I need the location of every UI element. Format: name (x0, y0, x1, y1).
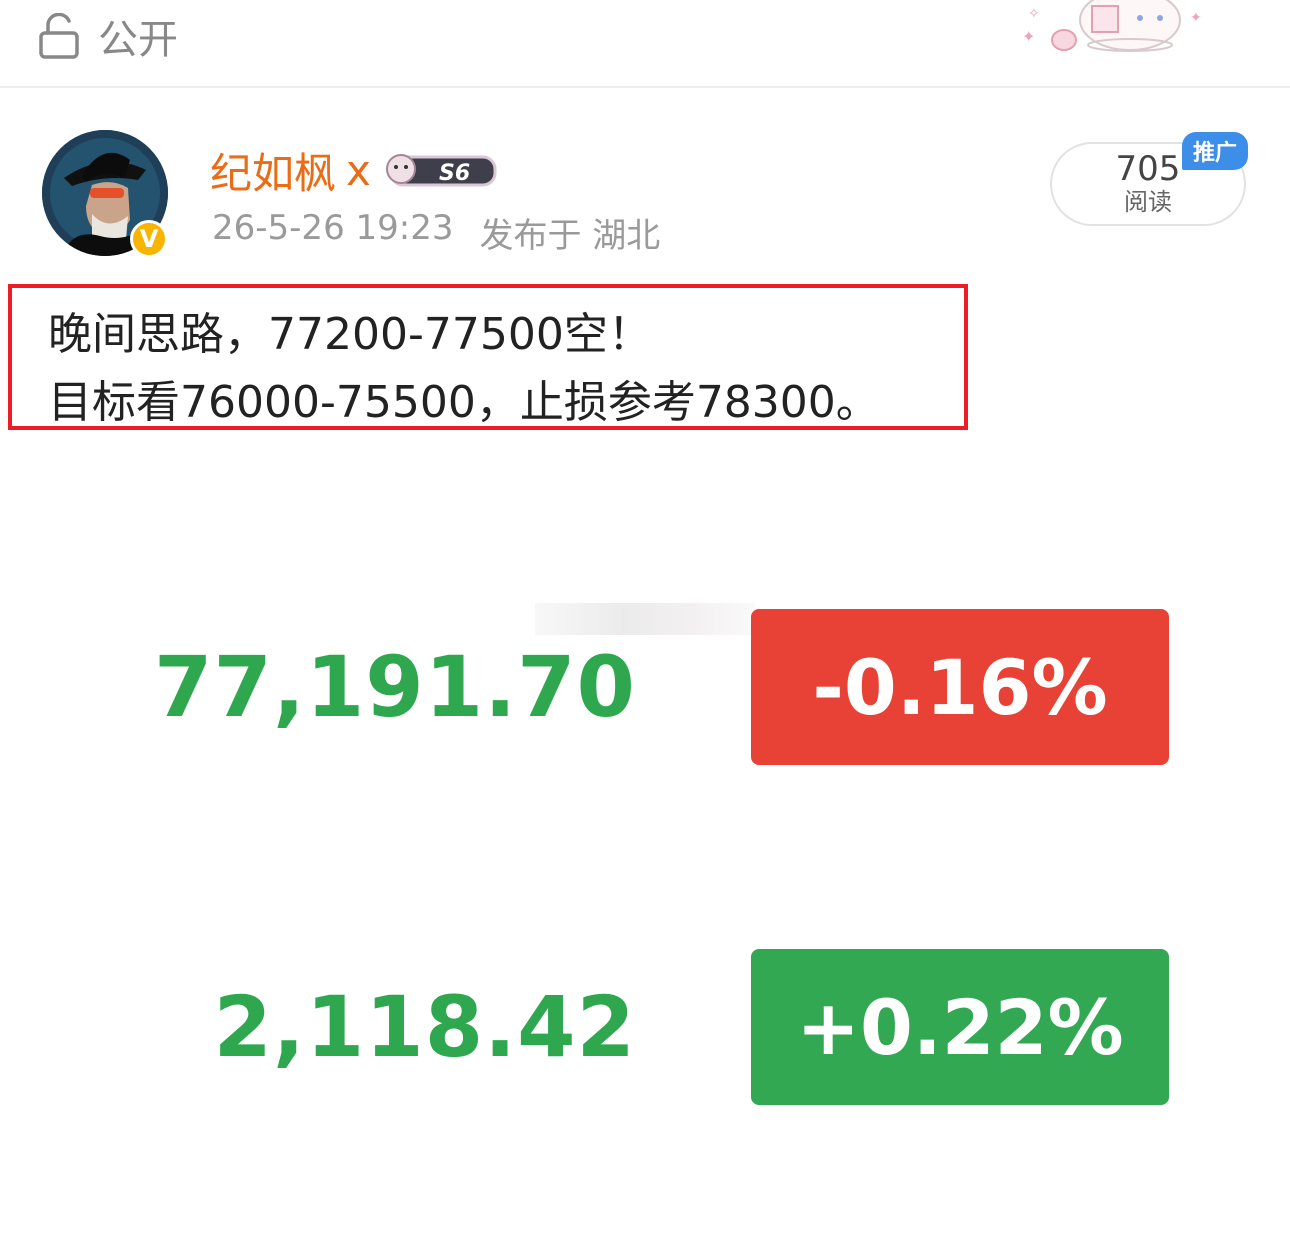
quote-change-badge: +0.22% (751, 949, 1169, 1105)
reads-label: 阅读 (1124, 188, 1172, 216)
visibility-button[interactable]: 公开 (38, 8, 178, 64)
top-bar: 公开 ✧ ✦ ✦ (0, 0, 1290, 88)
post-meta: 26-5-26 19:23 发布于 湖北 (212, 208, 660, 257)
fan-badge-icon[interactable]: S6 (381, 147, 499, 195)
blurred-text-fragment (535, 603, 755, 635)
author-name-suffix: x (346, 146, 371, 195)
fan-badge-text: S6 (439, 161, 470, 186)
svg-text:✧: ✧ (1028, 6, 1040, 22)
author-name[interactable]: 纪如枫 (210, 140, 336, 201)
unlock-icon (39, 13, 79, 59)
cartoon-sticker: ✧ ✦ ✦ (1022, 0, 1202, 52)
promo-tag[interactable]: 推广 (1182, 132, 1248, 170)
visibility-label: 公开 (98, 17, 178, 63)
author-name-row[interactable]: 纪如枫 x S6 (210, 140, 499, 201)
quote-change-badge: -0.16% (751, 609, 1169, 765)
post-location: 发布于 湖北 (479, 216, 661, 256)
quote-price: 2,118.42 (213, 978, 636, 1076)
post-content-highlight: 晚间思路，77200-77500空！ 目标看76000-75500，止损参考78… (8, 284, 968, 430)
post-timestamp: 26-5-26 19:23 (212, 208, 454, 248)
post-line-1: 晚间思路，77200-77500空！ (48, 309, 652, 360)
svg-text:✦: ✦ (1022, 27, 1035, 46)
verified-icon: V (130, 220, 168, 258)
quote-price: 77,191.70 (154, 638, 636, 736)
post-line-2: 目标看76000-75500，止损参考78300。 (48, 377, 880, 428)
svg-text:✦: ✦ (1190, 10, 1202, 26)
